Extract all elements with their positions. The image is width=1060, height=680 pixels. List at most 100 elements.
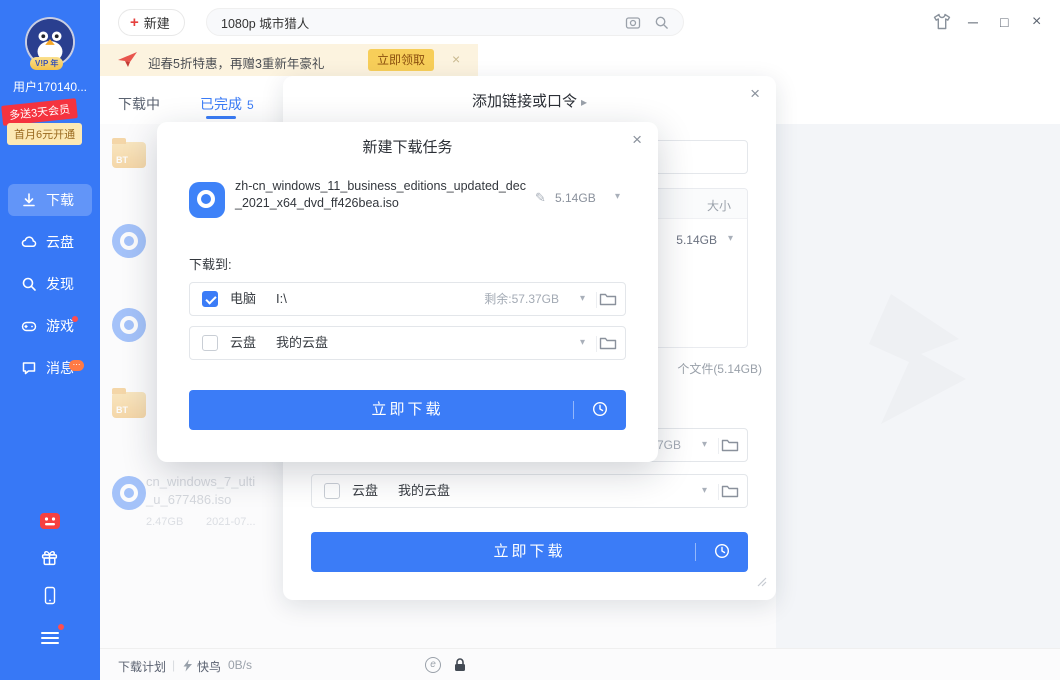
divider bbox=[718, 438, 719, 454]
promo-banner: 迎春5折特惠，再赠3重新年豪礼 立即领取 × bbox=[100, 44, 478, 76]
topbar: + 新建 ─ □ × bbox=[100, 0, 1060, 44]
sidebar-item-games[interactable]: 游戏 bbox=[8, 310, 92, 342]
cloud-checkbox[interactable] bbox=[202, 335, 218, 351]
download-plan-button[interactable]: 下载计划 bbox=[118, 658, 166, 675]
live-center-icon[interactable] bbox=[39, 510, 61, 537]
sidebar-item-download[interactable]: 下载 bbox=[8, 184, 92, 216]
choose-folder-icon[interactable] bbox=[599, 292, 617, 312]
sidebar-item-discover[interactable]: 发现 bbox=[8, 268, 92, 300]
iso-file-icon bbox=[189, 182, 225, 218]
rocket-icon bbox=[117, 51, 139, 69]
menu-icon[interactable] bbox=[41, 629, 59, 647]
sidebar-item-label: 云盘 bbox=[46, 232, 74, 252]
download-icon bbox=[21, 192, 37, 208]
schedule-clock-icon[interactable] bbox=[592, 401, 608, 422]
tab-completed-count: 5 bbox=[247, 98, 254, 112]
discover-icon bbox=[21, 276, 37, 292]
sidebar-item-label: 游戏 bbox=[46, 316, 74, 336]
dialog-title-text: 添加链接或口令 bbox=[472, 93, 577, 110]
location-type: 电脑 bbox=[230, 283, 256, 315]
plus-icon: + bbox=[130, 15, 139, 30]
choose-folder-icon[interactable] bbox=[721, 438, 739, 458]
dialog-close-icon[interactable]: × bbox=[632, 130, 642, 150]
task-filename[interactable]: zh-cn_windows_11_business_editions_updat… bbox=[235, 178, 531, 212]
divider bbox=[573, 401, 574, 419]
search-icon[interactable] bbox=[654, 15, 669, 30]
banner-text: 迎春5折特惠，再赠3重新年豪礼 bbox=[148, 53, 324, 72]
divider bbox=[596, 336, 597, 352]
sidebar: V!P 年 用户170140... 多送3天会员 首月6元开通 下载 云盘 发现… bbox=[0, 0, 100, 680]
close-button[interactable]: × bbox=[1032, 12, 1041, 32]
divider: | bbox=[172, 658, 175, 672]
game-icon bbox=[21, 318, 37, 334]
chevron-down-icon[interactable]: ▾ bbox=[615, 191, 620, 202]
download-now-label: 立即下载 bbox=[189, 390, 626, 430]
vip-badge: V!P 年 bbox=[30, 57, 63, 70]
promo-open-vip[interactable]: 首月6元开通 bbox=[7, 123, 82, 145]
active-tab-underline bbox=[206, 116, 236, 119]
speed-boost-label[interactable]: 快鸟 bbox=[197, 658, 221, 675]
username[interactable]: 用户170140... bbox=[0, 78, 100, 95]
save-to-cloud-row[interactable]: 云盘 我的云盘 ▾ bbox=[189, 326, 626, 360]
file-size-value: 5.14GB bbox=[676, 233, 717, 247]
divider bbox=[695, 543, 696, 561]
chevron-down-icon[interactable]: ▾ bbox=[580, 283, 585, 315]
search-box[interactable] bbox=[206, 8, 684, 36]
task-size: 5.14GB bbox=[555, 191, 596, 205]
speed-value: 0B/s bbox=[228, 658, 252, 672]
schedule-clock-icon[interactable] bbox=[714, 543, 730, 564]
sidebar-item-cloud[interactable]: 云盘 bbox=[8, 226, 92, 258]
capture-icon[interactable] bbox=[625, 15, 641, 31]
sidebar-item-messages[interactable]: 消息 ⋯ bbox=[8, 352, 92, 384]
save-to-computer-row[interactable]: 电脑 I:\ 剩余:57.37GB ▾ bbox=[189, 282, 626, 316]
maximize-button[interactable]: □ bbox=[1000, 12, 1008, 32]
location-type: 云盘 bbox=[352, 475, 378, 507]
chevron-down-icon[interactable]: ▾ bbox=[728, 233, 733, 244]
download-now-button[interactable]: 立即下载 bbox=[189, 390, 626, 430]
new-task-dialog: 新建下载任务 × zh-cn_windows_11_business_editi… bbox=[157, 122, 658, 462]
cloud-checkbox[interactable] bbox=[324, 483, 340, 499]
sidebar-item-label: 下载 bbox=[46, 190, 74, 210]
chevron-down-icon[interactable]: ▾ bbox=[580, 327, 585, 359]
tab-downloading[interactable]: 下载中 bbox=[118, 94, 160, 114]
choose-folder-icon[interactable] bbox=[721, 484, 739, 504]
claim-now-button[interactable]: 立即领取 bbox=[368, 49, 434, 71]
divider bbox=[718, 484, 719, 500]
chevron-down-icon[interactable]: ▾ bbox=[702, 475, 707, 507]
banner-close-icon[interactable]: × bbox=[452, 51, 460, 67]
location-path: I:\ bbox=[276, 283, 287, 315]
new-task-button[interactable]: + 新建 bbox=[118, 9, 185, 36]
menu-notification-dot bbox=[58, 624, 64, 630]
divider bbox=[596, 292, 597, 308]
dialog-close-icon[interactable]: × bbox=[750, 84, 760, 104]
remaining-space: 剩余:57.37GB bbox=[484, 283, 559, 315]
arrow-right-icon: ▸ bbox=[581, 95, 587, 109]
lock-icon[interactable] bbox=[452, 657, 468, 673]
dialog-title[interactable]: 添加链接或口令 ▸ bbox=[283, 90, 776, 111]
status-bar: 下载计划 | 快鸟 0B/s e bbox=[100, 648, 1060, 680]
download-to-label: 下载到: bbox=[189, 254, 232, 273]
resize-handle[interactable] bbox=[757, 574, 767, 592]
skin-icon[interactable] bbox=[932, 12, 952, 31]
location-path: 我的云盘 bbox=[398, 475, 450, 507]
location-type: 云盘 bbox=[230, 327, 256, 359]
gift-icon[interactable] bbox=[40, 548, 59, 572]
download-now-label: 立即下载 bbox=[311, 532, 748, 572]
cloud-icon bbox=[21, 234, 37, 250]
speed-bird-icon bbox=[182, 659, 194, 672]
phone-icon[interactable] bbox=[41, 586, 59, 610]
chevron-down-icon[interactable]: ▾ bbox=[702, 429, 707, 461]
choose-folder-icon[interactable] bbox=[599, 336, 617, 356]
computer-checkbox[interactable] bbox=[202, 291, 218, 307]
message-badge: ⋯ bbox=[69, 360, 84, 371]
message-icon bbox=[21, 360, 37, 376]
edit-filename-icon[interactable]: ✎ bbox=[535, 190, 546, 206]
promo-ribbon[interactable]: 多送3天会员 bbox=[1, 98, 78, 126]
minimize-button[interactable]: ─ bbox=[968, 12, 978, 32]
tab-completed[interactable]: 已完成5 bbox=[200, 94, 254, 114]
notification-dot bbox=[72, 316, 78, 322]
download-now-button[interactable]: 立即下载 bbox=[311, 532, 748, 572]
browser-icon[interactable]: e bbox=[425, 657, 441, 673]
save-to-cloud-row[interactable]: 云盘 我的云盘 ▾ bbox=[311, 474, 748, 508]
search-input[interactable] bbox=[221, 9, 601, 35]
